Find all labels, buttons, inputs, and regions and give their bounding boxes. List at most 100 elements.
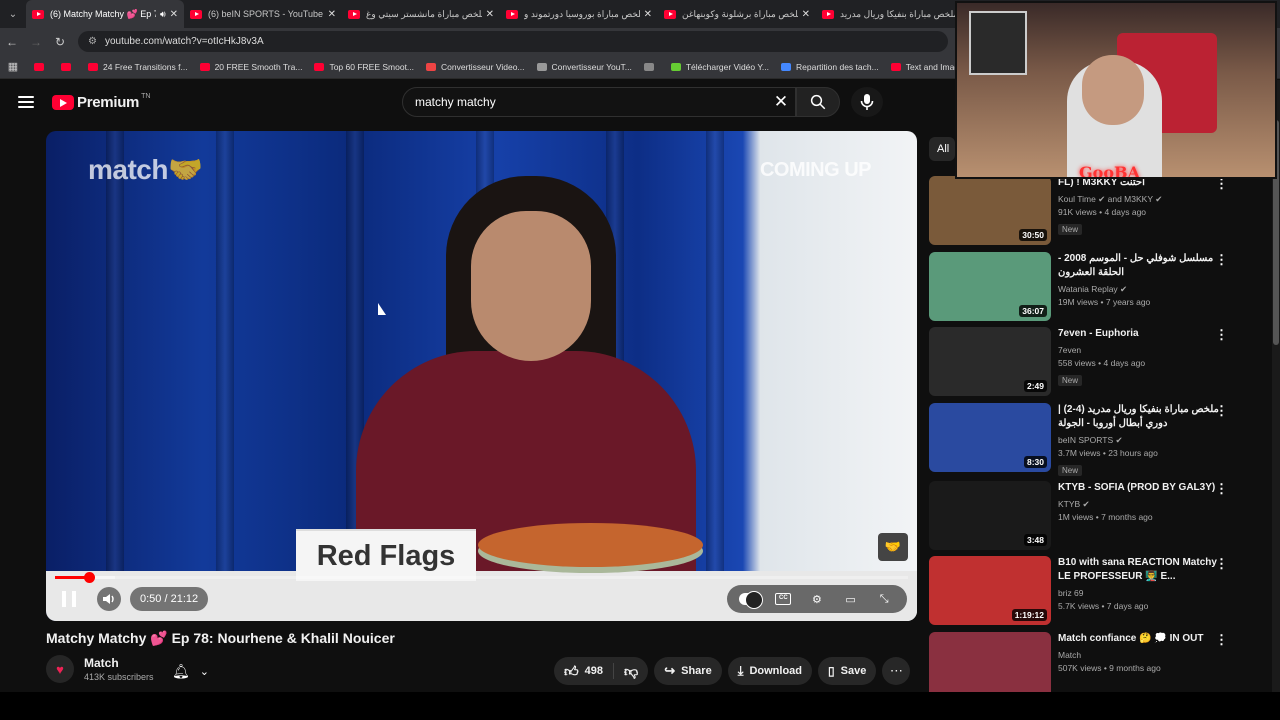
webcam-overlay: GooBA bbox=[955, 1, 1277, 179]
chip-all[interactable]: All bbox=[929, 137, 955, 161]
logo-text: Premium bbox=[77, 93, 140, 111]
player-controls: 0:50 / 21:12 CC ⚙ ▭ ⤡ bbox=[46, 585, 917, 615]
thumbs-up-icon: 👍︎ bbox=[564, 662, 579, 679]
bookmark-item[interactable] bbox=[34, 62, 49, 71]
video-player[interactable]: match🤝 COMING UP Red Flags 🤝 0:50 / 21:1… bbox=[46, 131, 917, 621]
related-video-title[interactable]: ملخص مباراة بنفيكا وريال مدريد (4-2) | د… bbox=[1058, 403, 1223, 431]
settings-icon[interactable]: ⚙ bbox=[806, 589, 828, 609]
related-video-stats: 19M views • 7 years ago bbox=[1058, 297, 1151, 307]
autoplay-toggle[interactable] bbox=[738, 589, 763, 609]
download-icon: ⤓ bbox=[737, 663, 744, 678]
bookmark-label: Convertisseur Video... bbox=[441, 61, 525, 72]
related-video-item[interactable]: 1:19:12 B10 with sana REACTION Matchy LE … bbox=[929, 556, 1274, 626]
related-video-stats: 3.7M views • 23 hours ago bbox=[1058, 448, 1158, 458]
related-video-title[interactable]: KTYB - SOFIA (PROD BY GAL3Y) bbox=[1058, 481, 1223, 495]
search-button[interactable] bbox=[796, 87, 840, 117]
search-input[interactable]: matchy matchy ✕ bbox=[402, 87, 796, 117]
related-video-item[interactable]: 30:50 FL) ! M3KKY احتنت Koul Time ✔ and M3… bbox=[929, 176, 1274, 246]
bookmark-label: Repartition des tach... bbox=[796, 61, 879, 72]
video-duration: 30:50 bbox=[1019, 229, 1047, 241]
video-thumbnail[interactable] bbox=[929, 632, 1051, 692]
related-video-title[interactable]: Match confiance 🤔 💭 IN OUT bbox=[1058, 632, 1223, 646]
fullscreen-exit-icon[interactable]: ⤡ bbox=[873, 589, 895, 609]
subtitles-icon[interactable]: CC bbox=[772, 589, 794, 609]
bookmark-item[interactable]: Top 60 FREE Smoot... bbox=[314, 62, 414, 72]
notification-button[interactable]: 🔔︎ ⌄ bbox=[172, 660, 232, 682]
bookmark-item[interactable]: Convertisseur Video... bbox=[426, 61, 525, 72]
related-video-channel: KTYB ✔ bbox=[1058, 499, 1090, 509]
bookmark-favicon-icon bbox=[88, 62, 98, 71]
handshake-icon[interactable]: 🤝 bbox=[878, 533, 908, 561]
channel-name[interactable]: Match bbox=[84, 656, 154, 670]
like-button[interactable]: 👍︎ 498 bbox=[554, 657, 613, 685]
video-thumbnail[interactable]: 2:49 bbox=[929, 327, 1051, 396]
more-options-icon[interactable]: ⋮ bbox=[1215, 403, 1228, 419]
related-video-item[interactable]: 2:49 7even - Euphoria 7even 558 views • 4 d… bbox=[929, 327, 1274, 397]
close-tab-icon[interactable]: ✕ bbox=[170, 9, 178, 20]
video-thumbnail[interactable]: 3:48 bbox=[929, 481, 1051, 550]
bookmark-item[interactable]: Convertisseur YouT... bbox=[536, 62, 632, 72]
clear-search-icon[interactable]: ✕ bbox=[771, 92, 791, 112]
bookmark-item[interactable] bbox=[643, 62, 659, 71]
more-options-icon[interactable]: ⋮ bbox=[1215, 327, 1228, 343]
browser-tab[interactable]: ملخص مباراة بنفيكا وريال مدريد✕ bbox=[816, 0, 974, 28]
reload-icon[interactable]: ↻ bbox=[48, 35, 72, 49]
close-tab-icon[interactable]: ✕ bbox=[644, 9, 652, 20]
close-tab-icon[interactable]: ✕ bbox=[802, 9, 810, 20]
video-duration: 36:07 bbox=[1019, 305, 1047, 317]
apps-grid-icon[interactable]: ▦ bbox=[0, 60, 26, 73]
related-video-item[interactable]: 3:48 KTYB - SOFIA (PROD BY GAL3Y) KTYB ✔ 1M… bbox=[929, 481, 1274, 551]
related-video-channel: Watania Replay ✔ bbox=[1058, 284, 1128, 294]
related-video-item[interactable]: Match confiance 🤔 💭 IN OUT Match 507K view… bbox=[929, 632, 1274, 692]
logo-country-code: TN bbox=[141, 92, 151, 100]
video-thumbnail[interactable]: 36:07 bbox=[929, 252, 1051, 321]
close-tab-icon[interactable]: ✕ bbox=[486, 9, 494, 20]
more-options-icon[interactable]: ⋮ bbox=[1215, 632, 1228, 648]
forward-icon[interactable]: → bbox=[24, 35, 48, 49]
browser-tab[interactable]: (6) Matchy Matchy 💕 Ep 7 🔊︎ ✕ bbox=[26, 0, 184, 28]
youtube-premium-logo[interactable]: Premium TN bbox=[52, 92, 151, 111]
video-thumbnail[interactable]: 8:30 bbox=[929, 403, 1051, 472]
miniplayer-icon[interactable]: ▭ bbox=[840, 589, 862, 609]
volume-button[interactable] bbox=[97, 587, 121, 611]
download-button[interactable]: ⤓ Download bbox=[727, 657, 813, 685]
dislike-button[interactable]: 👎︎ bbox=[614, 657, 648, 685]
bookmark-favicon-icon bbox=[536, 62, 547, 71]
related-video-channel: beIN SPORTS ✔ bbox=[1058, 435, 1123, 445]
tab-search-button[interactable]: ⌄ bbox=[0, 0, 26, 28]
pause-icon[interactable] bbox=[62, 591, 76, 607]
new-badge: New bbox=[1058, 375, 1083, 386]
related-video-title[interactable]: مسلسل شوفلي حل - الموسم 2008 - الحلقة ال… bbox=[1058, 252, 1223, 280]
browser-tab[interactable]: ملخص مباراة مانشستر سيتي وغ ✕ bbox=[342, 0, 500, 28]
back-icon[interactable]: ← bbox=[0, 35, 24, 49]
browser-tab[interactable]: (6) beIN SPORTS - YouTube ✕ bbox=[184, 0, 342, 28]
address-bar[interactable]: ⚙ youtube.com/watch?v=otIcHkJ8v3A bbox=[78, 31, 948, 52]
site-info-icon[interactable]: ⚙ bbox=[88, 36, 97, 47]
menu-icon[interactable] bbox=[18, 96, 34, 108]
related-video-item[interactable]: 36:07 مسلسل شوفلي حل - الموسم 2008 - الحل… bbox=[929, 252, 1274, 322]
related-video-item[interactable]: 8:30 ملخص مباراة بنفيكا وريال مدريد (4-2)… bbox=[929, 403, 1274, 476]
related-video-title[interactable]: B10 with sana REACTION Matchy LE PROFESS… bbox=[1058, 556, 1223, 584]
video-thumbnail[interactable]: 30:50 bbox=[929, 176, 1051, 245]
progress-bar[interactable] bbox=[55, 572, 908, 583]
bookmark-item[interactable] bbox=[61, 62, 76, 71]
bookmark-item[interactable]: 20 FREE Smooth Tra... bbox=[199, 62, 302, 72]
browser-tab[interactable]: ملخص مباراة برشلونة وكوبنهاغن ✕ bbox=[658, 0, 816, 28]
chevron-down-icon: ⌄ bbox=[199, 665, 209, 678]
close-tab-icon[interactable]: ✕ bbox=[328, 9, 336, 20]
related-video-title[interactable]: 7even - Euphoria bbox=[1058, 327, 1223, 341]
more-options-icon[interactable]: ⋮ bbox=[1215, 556, 1228, 572]
share-button[interactable]: ↪ Share bbox=[654, 657, 722, 685]
speaker-icon[interactable]: 🔊︎ bbox=[160, 9, 166, 20]
channel-avatar[interactable]: ♥ bbox=[46, 655, 74, 683]
video-thumbnail[interactable]: 1:19:12 bbox=[929, 556, 1051, 625]
bookmark-item[interactable]: 24 Free Transitions f... bbox=[88, 62, 188, 72]
voice-search-button[interactable] bbox=[851, 87, 883, 117]
more-actions-icon[interactable]: ⋯ bbox=[882, 657, 911, 685]
browser-tab[interactable]: ملخص مباراة بوروسيا دورتموند و ✕ bbox=[500, 0, 658, 28]
more-options-icon[interactable]: ⋮ bbox=[1215, 252, 1228, 268]
bookmark-item[interactable]: Repartition des tach... bbox=[781, 62, 879, 72]
bookmark-item[interactable]: Télécharger Vidéo Y... bbox=[670, 62, 769, 72]
more-options-icon[interactable]: ⋮ bbox=[1215, 481, 1228, 497]
save-button[interactable]: ▯ Save bbox=[818, 657, 877, 685]
